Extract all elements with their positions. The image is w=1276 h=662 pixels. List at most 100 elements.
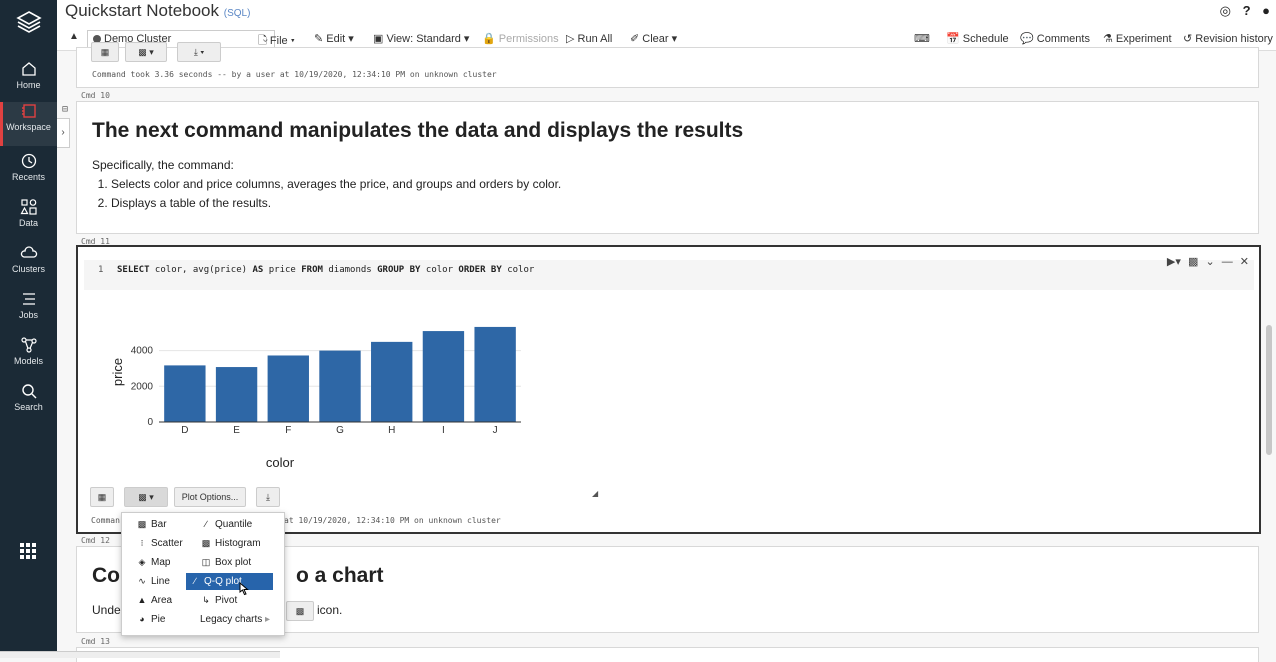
menu-item-label: Q-Q plot xyxy=(204,576,242,587)
notebook-toolbar: ▲ Demo Cluster ⌄ 🗋 File ▾ ✎ Edit ▾ ▣ Vie… xyxy=(57,28,1276,48)
x-tick-label: I xyxy=(442,425,445,436)
experiment-button[interactable]: ⚗ Experiment xyxy=(1103,32,1172,45)
cell-toolbar: ▶▾ ▩ ⌄ — ✕ xyxy=(1163,255,1249,268)
menu-item-line[interactable]: ∿ Line xyxy=(136,573,170,590)
menu-item-qq-plot[interactable]: ∕ Q-Q plot xyxy=(186,573,273,590)
markdown-cell[interactable]: The next command manipulates the data an… xyxy=(76,101,1259,234)
nav-item-clusters[interactable]: Clusters xyxy=(0,244,57,288)
code-cell[interactable]: 1 SELECT color, avg(price) AS price FROM… xyxy=(76,245,1261,534)
bar xyxy=(319,350,361,422)
plot-options-button[interactable]: Plot Options... xyxy=(174,487,246,507)
nav-label: Workspace xyxy=(6,122,51,132)
databricks-logo-icon[interactable] xyxy=(16,10,42,36)
menu-item-bar[interactable]: ▩ Bar xyxy=(136,516,167,533)
notebook-title[interactable]: Quickstart Notebook (SQL) xyxy=(65,1,250,21)
sidebar-expand-toggle[interactable]: › xyxy=(57,118,70,148)
cell-heading: The next command manipulates the data an… xyxy=(92,119,744,142)
edit-menu[interactable]: ✎ Edit ▾ xyxy=(314,32,354,45)
resize-handle-icon[interactable]: ◢ xyxy=(592,489,598,498)
x-axis-label: color xyxy=(266,455,295,470)
y-axis-label: price xyxy=(110,358,125,386)
run-cell-icon[interactable]: ▶▾ xyxy=(1167,256,1181,268)
menu-item-area[interactable]: ▲ Area xyxy=(136,592,173,609)
clear-menu[interactable]: ✐ Clear ▾ xyxy=(630,32,677,45)
help-circle-icon[interactable]: ◎ xyxy=(1220,3,1231,18)
permissions-button[interactable]: 🔒 Permissions xyxy=(482,32,559,45)
models-icon xyxy=(20,337,37,353)
workspace-icon xyxy=(21,104,36,118)
menu-item-legacy-charts[interactable]: Legacy charts ▸ xyxy=(200,611,270,628)
x-tick-label: E xyxy=(233,425,240,436)
menu-item-label: Box plot xyxy=(215,557,252,568)
nav-item-models[interactable]: Models xyxy=(0,336,57,380)
command-status: at 10/19/2020, 12:34:10 PM on unknown cl… xyxy=(284,516,501,525)
bar xyxy=(422,331,465,422)
minimize-icon[interactable]: — xyxy=(1222,256,1233,268)
command-status: Comman xyxy=(91,516,120,525)
chart-view-button[interactable]: ▩ ▾ xyxy=(125,42,167,62)
menu-item-box-plot[interactable]: ◫ Box plot xyxy=(200,554,251,571)
menu-item-label: Pivot xyxy=(215,595,238,606)
map-icon: ◈ xyxy=(138,557,146,567)
cmd-number: Cmd 13 xyxy=(81,637,110,646)
run-all-button[interactable]: ▷ Run All xyxy=(566,32,612,45)
question-icon[interactable]: ? xyxy=(1243,3,1251,18)
nav-item-data[interactable]: Data xyxy=(0,198,57,242)
schedule-label: Schedule xyxy=(962,33,1009,45)
x-tick-label: G xyxy=(336,425,344,436)
table-view-button[interactable]: ▦ xyxy=(91,42,119,62)
nav-item-workspace[interactable]: Workspace xyxy=(0,102,57,146)
comments-button[interactable]: 💬 Comments xyxy=(1020,32,1090,45)
apps-grid-icon[interactable] xyxy=(20,543,36,559)
table-view-button[interactable]: ▦ xyxy=(90,487,114,507)
nav-item-jobs[interactable]: Jobs xyxy=(0,290,57,334)
experiment-label: Experiment xyxy=(1115,33,1172,45)
cluster-attach-icon[interactable]: ▲ xyxy=(69,31,79,42)
page-scrollbar[interactable] xyxy=(1266,325,1272,455)
chart-icon[interactable]: ▩ xyxy=(1188,256,1198,268)
schedule-button[interactable]: 📅 Schedule xyxy=(946,32,1009,45)
nav-item-home[interactable]: Home xyxy=(0,60,57,104)
cell-heading: Co xyxy=(92,564,120,587)
cell-paragraph: Unde xyxy=(92,603,121,617)
revision-history-button[interactable]: ↺ Revision history xyxy=(1183,32,1273,45)
chevron-down-icon[interactable]: ⌄ xyxy=(1205,256,1214,268)
code-editor[interactable]: 1 SELECT color, avg(price) AS price FROM… xyxy=(84,260,1254,290)
command-status: Command took 3.36 seconds -- by a user a… xyxy=(92,70,497,79)
permissions-label: Permissions xyxy=(498,33,559,45)
chart-type-button[interactable]: ▩ ▾ xyxy=(124,487,168,507)
download-button[interactable]: ⤓ ▾ xyxy=(177,42,221,62)
bar-chart-icon: ▩ xyxy=(137,519,147,529)
bar xyxy=(474,326,516,422)
keyboard-icon[interactable]: ⌨ xyxy=(914,32,930,45)
menu-item-histogram[interactable]: ▩ Histogram xyxy=(200,535,261,552)
quantile-icon: ∕ xyxy=(205,519,207,529)
close-icon[interactable]: ✕ xyxy=(1240,256,1249,268)
download-button[interactable]: ⤓ xyxy=(256,487,280,507)
user-icon[interactable]: ● xyxy=(1262,3,1270,18)
notebook-header: Quickstart Notebook (SQL) ◎ ? ● ▲ Demo C… xyxy=(57,0,1276,51)
menu-item-scatter[interactable]: ⁝ Scatter xyxy=(136,535,183,552)
cell-paragraph: Specifically, the command: xyxy=(92,158,234,172)
collapse-cell-icon[interactable]: ⊟ xyxy=(62,104,68,115)
cell-heading: o a chart xyxy=(296,564,384,587)
menu-item-pivot[interactable]: ↳ Pivot xyxy=(200,592,237,609)
view-menu[interactable]: ▣ View: Standard ▾ xyxy=(373,32,469,45)
x-tick-label: H xyxy=(388,425,395,436)
box-plot-icon: ◫ xyxy=(201,557,211,567)
nav-item-recents[interactable]: Recents xyxy=(0,152,57,196)
cloud-icon xyxy=(20,246,37,258)
menu-item-quantile[interactable]: ∕ Quantile xyxy=(200,516,252,533)
menu-item-map[interactable]: ◈ Map xyxy=(136,554,171,571)
notebook-title-text: Quickstart Notebook xyxy=(65,1,220,20)
menu-item-label: Pie xyxy=(151,614,166,625)
line-number: 1 xyxy=(98,265,104,275)
x-tick-label: F xyxy=(285,425,291,436)
menu-item-label: Legacy charts xyxy=(200,614,263,625)
menu-item-pie[interactable]: ◕ Pie xyxy=(136,611,165,628)
menu-item-label: Quantile xyxy=(215,519,253,530)
previous-cell[interactable]: ▦ ▩ ▾ ⤓ ▾ Command took 3.36 seconds -- b… xyxy=(76,42,1259,88)
nav-label: Clusters xyxy=(11,264,45,274)
area-chart-icon: ▲ xyxy=(137,595,147,605)
nav-item-search[interactable]: Search xyxy=(0,382,57,426)
